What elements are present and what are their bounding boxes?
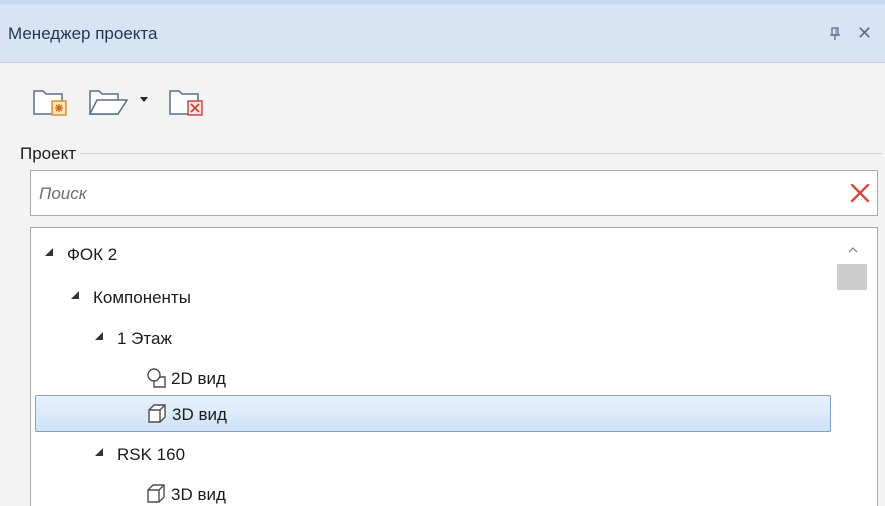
panel-title-bar: Менеджер проекта ✕ [0,0,885,63]
expand-arrow-icon[interactable] [71,291,79,299]
tree-item-floor-1[interactable]: 1 Этаж [31,320,831,356]
project-tree: ФОК 2 Компоненты 1 Этаж 2D вид 3D вид RS… [30,227,878,506]
tree-item-label: 3D вид [171,485,226,504]
tree-item-label: 1 Этаж [117,329,172,348]
scroll-thumb[interactable] [837,264,867,290]
tree-item-components[interactable]: Компоненты [31,279,831,315]
search-box [30,170,878,216]
3d-view-icon [145,483,167,505]
tree-item-3d-view-selected[interactable]: 3D вид [35,395,831,432]
project-group-label: Проект [18,144,80,164]
tree-item-label: ФОК 2 [67,245,118,264]
vertical-scrollbar[interactable] [833,228,877,506]
tree-item-2d-view[interactable]: 2D вид [31,360,831,396]
close-project-icon [168,83,212,117]
expand-arrow-icon[interactable] [95,448,103,456]
tree-item-label: 2D вид [171,369,226,388]
clear-search-icon[interactable] [849,182,871,204]
expand-arrow-icon[interactable] [45,248,53,256]
open-project-button[interactable] [88,83,160,117]
2d-view-icon [145,367,167,389]
3d-view-icon [146,403,168,425]
close-icon[interactable]: ✕ [857,24,872,42]
open-project-icon [88,83,160,117]
scroll-up-icon[interactable] [848,242,858,253]
tree-item-label: RSK 160 [117,445,186,464]
project-manager-panel: Менеджер проекта ✕ Проект Поиск ФОК 2 Ко… [0,0,885,506]
tree-item-label: Компоненты [93,288,191,307]
search-input[interactable] [37,181,821,207]
pin-icon[interactable] [828,26,844,42]
tree-item-rsk160[interactable]: RSK 160 [31,436,831,472]
expand-arrow-icon[interactable] [95,332,103,340]
panel-title: Менеджер проекта [8,24,158,43]
tree-item-fok2[interactable]: ФОК 2 [31,236,831,272]
tree-item-label: 3D вид [172,405,227,424]
new-project-icon [32,83,76,117]
tree-item-3d-view[interactable]: 3D вид [31,476,831,506]
group-separator [18,153,882,154]
close-project-button[interactable] [168,83,212,117]
new-project-button[interactable] [32,83,76,117]
project-toolbar [0,63,885,135]
